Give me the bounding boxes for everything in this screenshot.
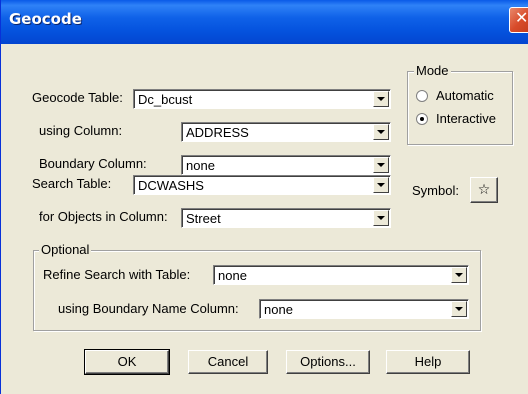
search-table-value: DCWASHS <box>138 178 204 193</box>
boundary-name-column-combo[interactable]: none <box>259 299 469 319</box>
boundary-name-column-label: using Boundary Name Column: <box>58 301 239 316</box>
radio-interactive-label[interactable]: Interactive <box>436 111 496 126</box>
chevron-down-icon[interactable] <box>373 177 389 193</box>
chevron-down-icon[interactable] <box>373 210 389 226</box>
geocode-dialog: Geocode ✕ Geocode Table: Dc_bcust using … <box>0 0 528 394</box>
chevron-down-icon[interactable] <box>373 124 389 140</box>
mode-group <box>407 71 513 145</box>
optional-group-title: Optional <box>39 242 92 257</box>
radio-interactive[interactable] <box>416 113 428 125</box>
window-title: Geocode <box>9 10 82 28</box>
refine-table-combo[interactable]: none <box>213 265 469 285</box>
objects-column-combo[interactable]: Street <box>181 208 391 228</box>
close-icon: ✕ <box>515 10 528 27</box>
cancel-button[interactable]: Cancel <box>188 350 268 374</box>
chevron-down-icon[interactable] <box>451 301 467 317</box>
help-button[interactable]: Help <box>386 350 470 374</box>
radio-selected-dot <box>420 117 424 121</box>
chevron-down-icon[interactable] <box>451 267 467 283</box>
search-table-combo[interactable]: DCWASHS <box>133 175 391 195</box>
boundary-name-column-value: none <box>264 302 293 317</box>
chevron-down-icon[interactable] <box>373 91 389 107</box>
using-column-value: ADDRESS <box>186 125 249 140</box>
boundary-column-combo[interactable]: none <box>181 155 391 175</box>
close-button[interactable]: ✕ <box>509 7 528 33</box>
refine-table-value: none <box>218 268 247 283</box>
objects-column-value: Street <box>186 211 221 226</box>
radio-automatic-label[interactable]: Automatic <box>436 88 494 103</box>
mode-group-title: Mode <box>414 63 451 78</box>
symbol-button[interactable]: ☆ <box>470 177 498 203</box>
radio-circle-icon <box>416 90 428 102</box>
using-column-combo[interactable]: ADDRESS <box>181 122 391 142</box>
objects-column-label: for Objects in Column: <box>39 209 168 224</box>
search-table-label: Search Table: <box>32 176 112 191</box>
ok-button[interactable]: OK <box>84 349 170 375</box>
geocode-table-combo[interactable]: Dc_bcust <box>133 89 391 109</box>
geocode-table-label: Geocode Table: <box>32 90 123 105</box>
boundary-column-label: Boundary Column: <box>39 156 147 171</box>
radio-automatic[interactable] <box>416 90 428 102</box>
refine-table-label: Refine Search with Table: <box>43 267 191 282</box>
using-column-label: using Column: <box>39 123 123 138</box>
symbol-label: Symbol: <box>412 183 459 198</box>
geocode-table-value: Dc_bcust <box>138 92 193 107</box>
chevron-down-icon[interactable] <box>373 157 389 173</box>
boundary-column-value: none <box>186 158 215 173</box>
star-icon: ☆ <box>477 181 491 197</box>
title-bar: Geocode ✕ <box>1 0 528 44</box>
options-button[interactable]: Options... <box>286 350 370 374</box>
